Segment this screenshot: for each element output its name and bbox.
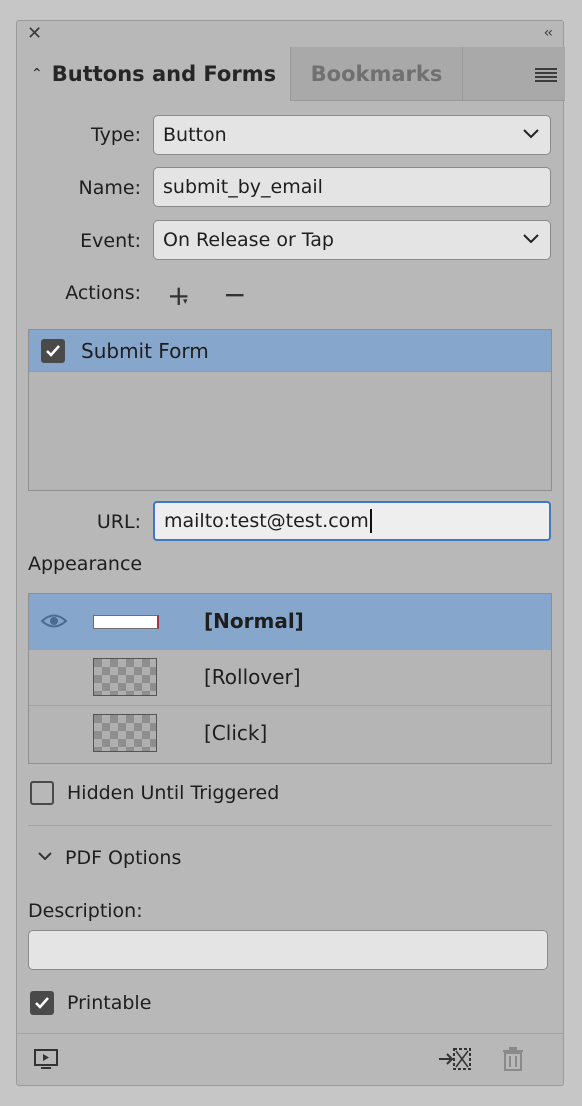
name-input-value: submit_by_email — [163, 176, 323, 198]
appearance-state-click[interactable]: [Click] — [29, 706, 551, 762]
state-label: [Click] — [204, 721, 268, 745]
pdf-options-toggle[interactable]: PDF Options — [65, 847, 181, 869]
action-item-submit-form[interactable]: Submit Form — [29, 330, 551, 372]
type-label: Type: — [90, 124, 141, 146]
event-label: Event: — [80, 230, 141, 252]
type-select[interactable]: Button — [153, 115, 551, 155]
url-label: URL: — [96, 511, 141, 533]
description-label: Description: — [28, 900, 143, 922]
tab-bookmarks[interactable]: Bookmarks — [291, 47, 463, 101]
name-label: Name: — [78, 177, 141, 199]
text-caret — [369, 509, 372, 533]
appearance-title: Appearance — [28, 553, 143, 575]
printable-label: Printable — [67, 992, 152, 1014]
close-icon[interactable]: ✕ — [27, 25, 42, 43]
appearance-states-list: [Normal] [Rollover] [Click] — [28, 593, 552, 764]
remove-action-icon[interactable]: − — [223, 281, 246, 309]
state-label: [Normal] — [204, 609, 304, 633]
printable-checkbox[interactable] — [30, 991, 54, 1015]
type-select-value: Button — [163, 124, 227, 146]
dropdown-chevron-icon — [523, 234, 539, 244]
dropdown-chevron-icon — [523, 129, 539, 139]
panel-titlebar: ✕ ‹‹ — [17, 21, 563, 47]
trash-icon[interactable] — [501, 1046, 525, 1072]
panel-footer — [17, 1033, 563, 1085]
event-select-value: On Release or Tap — [163, 229, 334, 251]
tab-bookmarks-label: Bookmarks — [310, 61, 443, 86]
eye-icon[interactable] — [41, 612, 67, 630]
normal-state-thumbnail — [93, 615, 159, 629]
action-enabled-checkbox[interactable] — [41, 339, 65, 363]
actions-list: Submit Form — [28, 329, 552, 491]
event-select[interactable]: On Release or Tap — [153, 220, 551, 260]
tab-bar-empty — [463, 47, 565, 101]
preview-icon[interactable] — [33, 1048, 59, 1072]
click-state-thumbnail — [93, 714, 157, 752]
url-input[interactable]: mailto:test@test.com — [153, 501, 551, 541]
state-label: [Rollover] — [204, 665, 301, 689]
rollover-state-thumbnail — [93, 658, 157, 696]
hidden-until-triggered-checkbox[interactable] — [30, 781, 54, 805]
action-item-label: Submit Form — [81, 338, 209, 363]
description-input[interactable] — [28, 930, 548, 970]
collapse-icon[interactable]: ‹‹ — [544, 25, 553, 41]
add-action-menu-icon: ▾ — [183, 297, 188, 307]
appearance-state-normal[interactable]: [Normal] — [29, 594, 551, 650]
panel-menu-icon[interactable] — [535, 68, 557, 84]
tab-buttons-and-forms-label: Buttons and Forms — [51, 62, 277, 86]
convert-to-object-icon[interactable] — [437, 1046, 473, 1072]
appearance-state-rollover[interactable]: [Rollover] — [29, 650, 551, 706]
actions-label: Actions: — [65, 282, 141, 304]
tab-bar: ⌃ Buttons and Forms Bookmarks — [17, 47, 565, 101]
divider — [28, 825, 552, 826]
chevron-down-icon[interactable] — [37, 850, 53, 862]
tab-buttons-and-forms[interactable]: ⌃ Buttons and Forms — [17, 47, 291, 101]
url-input-value: mailto:test@test.com — [164, 510, 369, 532]
name-input[interactable]: submit_by_email — [153, 167, 551, 207]
buttons-and-forms-panel: ✕ ‹‹ ⌃ Buttons and Forms Bookmarks Type:… — [16, 20, 565, 1086]
tab-reorder-icon: ⌃ — [31, 66, 43, 82]
hidden-until-triggered-label: Hidden Until Triggered — [67, 782, 280, 804]
